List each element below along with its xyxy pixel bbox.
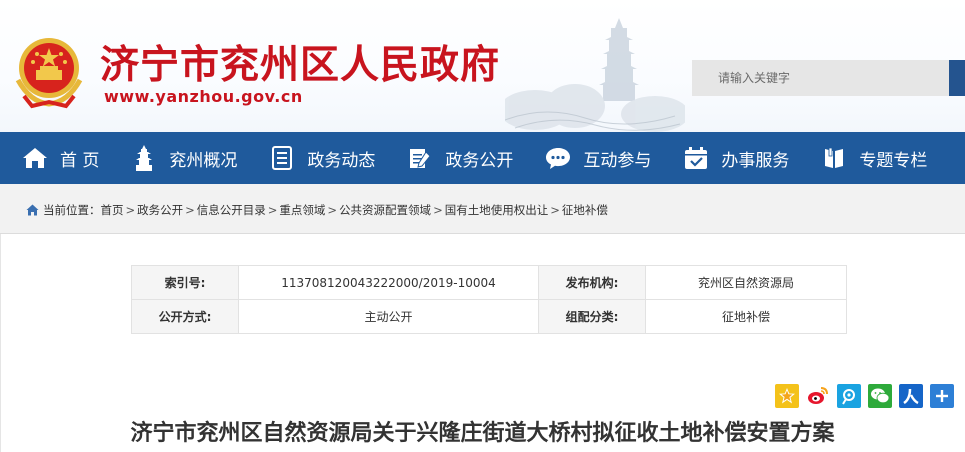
breadcrumb-link-home[interactable]: 首页 [101,202,124,218]
more-plus-icon[interactable] [930,384,954,408]
nav-item-overview[interactable]: 兖州概况 [131,132,237,184]
table-row: 公开方式: 主动公开 组配分类: 征地补偿 [131,299,847,334]
breadcrumb-link-land-transfer[interactable]: 国有土地使用权出让 [445,202,549,218]
content-border [0,234,1,452]
breadcrumb-separator: > [267,203,278,217]
document-meta-table: 索引号: 113708120043222000/2019-10004 发布机构:… [131,265,847,334]
nav-item-label: 政务公开 [445,150,514,171]
publisher-value: 兖州区自然资源局 [645,265,847,300]
nav-item-label: 首 页 [60,150,100,171]
clipboard-pen-icon [407,145,433,171]
breadcrumb-separator: > [433,203,443,217]
index-value: 113708120043222000/2019-10004 [238,265,539,300]
disclosure-label: 公开方式: [131,299,239,334]
chat-bubble-icon [545,145,571,171]
breadcrumb-link-public-resources[interactable]: 公共资源配置领域 [339,202,431,218]
category-label: 组配分类: [538,299,646,334]
article-content: 索引号: 113708120043222000/2019-10004 发布机构:… [0,234,965,452]
site-title[interactable]: 济宁市兖州区人民政府 [100,34,500,90]
nav-item-disclosure[interactable]: 政务公开 [407,132,513,184]
renren-icon[interactable] [899,384,923,408]
pagoda-icon [131,145,157,171]
nav-item-label: 办事服务 [721,150,790,171]
category-value: 征地补偿 [645,299,847,334]
breadcrumb-link-disclosure[interactable]: 政务公开 [137,202,183,218]
calendar-check-icon [683,145,709,171]
nav-item-label: 专题专栏 [859,150,928,171]
nav-item-news[interactable]: 政务动态 [269,132,375,184]
nav-item-label: 兖州概况 [169,150,238,171]
document-list-icon [269,145,295,171]
disclosure-value: 主动公开 [238,299,539,334]
breadcrumb-separator: > [125,203,136,217]
breadcrumb: 当前位置： 首页 > 政务公开 > 信息公开目录 > 重点领域 > 公共资源配置… [26,202,608,218]
site-header: 济宁市兖州区人民政府 www.yanzhou.gov.cn [0,0,965,132]
breadcrumb-separator: > [185,203,195,217]
breadcrumb-link-catalog[interactable]: 信息公开目录 [197,202,266,218]
breadcrumb-bar: 当前位置： 首页 > 政务公开 > 信息公开目录 > 重点领域 > 公共资源配置… [0,184,965,234]
weibo-icon[interactable] [806,384,830,408]
breadcrumb-separator: > [327,203,338,217]
home-icon [26,204,39,216]
wechat-icon[interactable] [868,384,892,408]
book-icon [821,145,847,171]
breadcrumb-prefix: 当前位置： [43,203,101,217]
breadcrumb-separator: > [550,203,560,217]
tencent-weibo-icon[interactable] [837,384,861,408]
national-emblem-icon [15,38,83,109]
search-button[interactable] [949,60,965,96]
search-bar [692,60,965,96]
nav-item-home[interactable]: 首 页 [22,132,99,184]
publisher-label: 发布机构: [538,265,646,300]
qzone-star-icon[interactable] [775,384,799,408]
search-input[interactable] [692,60,949,96]
nav-item-interaction[interactable]: 互动参与 [545,132,651,184]
nav-item-topics[interactable]: 专题专栏 [821,132,927,184]
index-label: 索引号: [131,265,239,300]
pagoda-landscape-decoration [505,18,685,132]
document-title: 济宁市兖州区自然资源局关于兴隆庄街道大桥村拟征收土地补偿安置方案 [130,421,835,446]
breadcrumb-link-land-compensation[interactable]: 征地补偿 [562,202,608,218]
nav-item-services[interactable]: 办事服务 [683,132,789,184]
table-row: 索引号: 113708120043222000/2019-10004 发布机构:… [131,265,847,300]
nav-item-label: 政务动态 [307,150,376,171]
home-icon [22,145,48,171]
nav-item-label: 互动参与 [583,150,652,171]
main-nav: 首 页 兖州概况 政务动态 政务公开 互动参与 办事服务 专题专栏 [0,132,965,184]
site-url[interactable]: www.yanzhou.gov.cn [104,87,303,106]
breadcrumb-link-key-areas[interactable]: 重点领域 [279,202,325,218]
share-toolbar [775,384,961,408]
